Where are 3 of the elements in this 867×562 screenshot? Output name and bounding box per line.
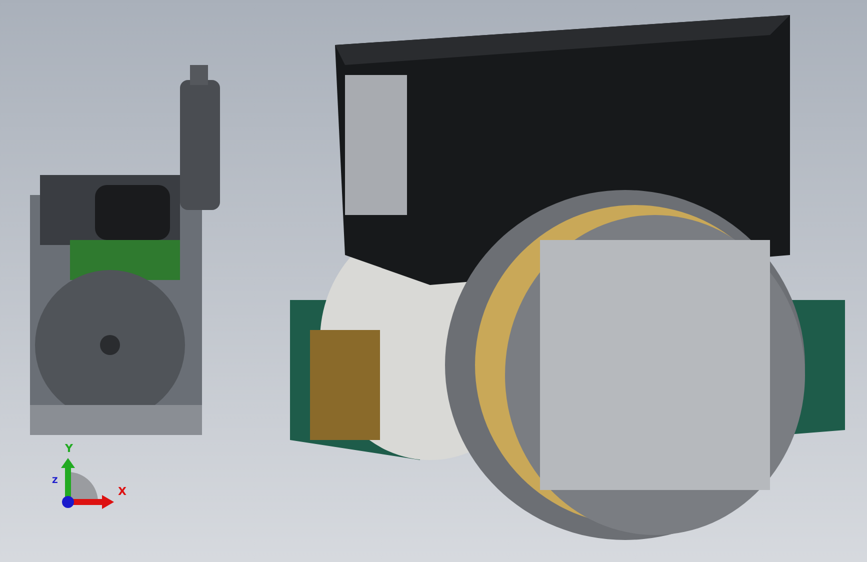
axis-label: Z [52,476,58,485]
axis-label: Y [65,442,73,455]
axis-label: X [118,485,126,498]
